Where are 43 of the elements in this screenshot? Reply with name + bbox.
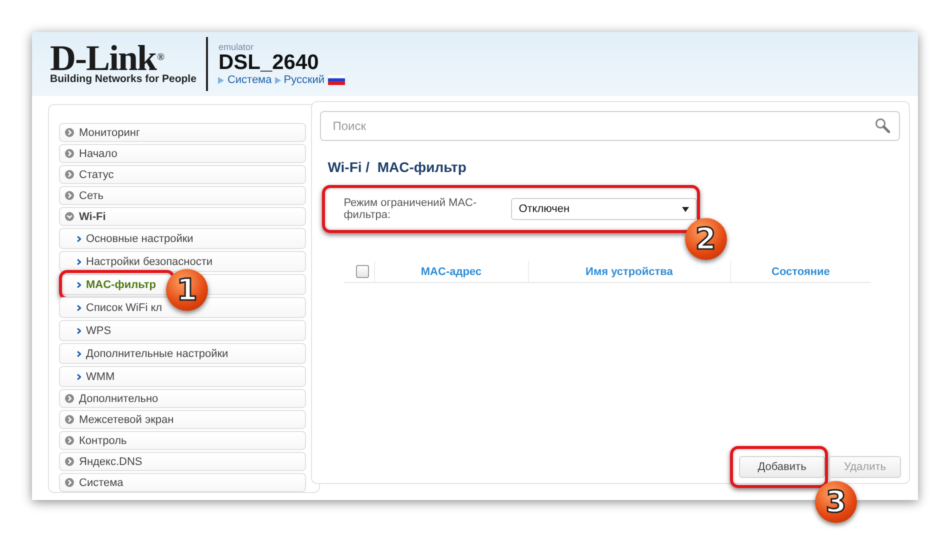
menu-item[interactable]: Яндекс.DNS [59,452,306,471]
menu-item[interactable]: Дополнительно [59,389,306,408]
triangle-icon [218,76,224,84]
callout-number: 3 [815,481,857,523]
submenu-item[interactable]: Основные настройки [59,228,306,249]
search-icon [875,118,890,133]
subtitle: emulator [218,42,254,52]
menu-item[interactable]: Мониторинг [59,123,306,142]
search-field[interactable]: Поиск [320,111,900,141]
menu-item[interactable]: Статус [59,165,306,184]
tagline: Building Networks for People [50,73,196,85]
caret-icon [682,206,689,212]
submenu-item[interactable]: Дополнительные настройки [59,343,306,364]
chevron-right-icon [77,350,81,356]
flag-icon [328,75,345,85]
chevron-right-icon [77,328,81,334]
brand-logo: D-Link® [50,43,164,73]
header-link[interactable]: Система [227,74,272,86]
select-all-checkbox[interactable] [356,265,369,278]
column-header[interactable]: Имя устройства [528,261,730,282]
chevron-right-icon [77,258,81,264]
callout-number: 2 [684,218,727,260]
chevron-right-icon [77,304,81,310]
submenu-item[interactable]: WMM [59,366,306,387]
field-label: Режим ограничений MAC-фильтра: [344,197,478,221]
chevron-right-icon [77,374,81,380]
menu-item[interactable]: Межсетевой экран [59,410,306,429]
chevron-right-icon [77,236,81,242]
action-button[interactable]: Добавить [739,456,825,478]
triangle-icon [274,76,281,84]
menu-item[interactable]: Контроль [59,431,306,450]
column-header[interactable]: MAC-адрес [374,261,528,282]
model-name: DSL_2640 [218,52,320,74]
menu-item[interactable]: Wi-Fi [59,207,306,226]
mode-select[interactable]: Отключен [510,198,697,220]
menu-item[interactable]: Система [59,473,306,492]
submenu-item[interactable]: WPS [59,320,306,341]
submenu-item[interactable]: Настройки безопасности [59,251,306,272]
menu-item[interactable]: Начало [59,144,306,163]
header-link[interactable]: Русский [284,74,325,86]
menu-item[interactable]: Сеть [59,186,306,205]
column-header[interactable]: Состояние [730,261,871,282]
page-title: Wi-Fi / MAC-фильтр [328,159,468,175]
